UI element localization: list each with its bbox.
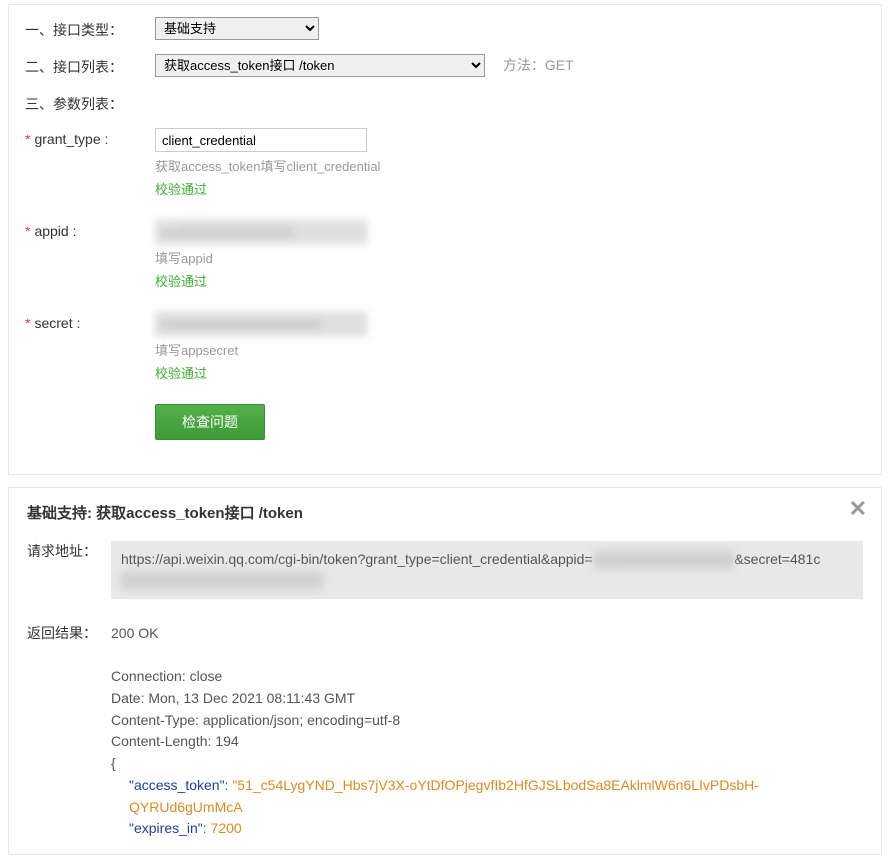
result-title: 基础支持: 获取access_token接口 /token	[27, 502, 863, 523]
grant-type-hint: 获取access_token填写client_credential	[155, 156, 865, 175]
header-connection: Connection: close	[111, 666, 863, 688]
json-val-expires-in: 7200	[211, 820, 242, 836]
header-content-type: Content-Type: application/json; encoding…	[111, 710, 863, 732]
api-form-panel: 一、接口类型： 基础支持 二、接口列表： 获取access_token接口 /t…	[8, 4, 882, 475]
param-secret-label: secret :	[34, 315, 80, 331]
method-label: 方法：GET	[503, 57, 574, 73]
request-url-row: 请求地址： https://api.weixin.qq.com/cgi-bin/…	[27, 541, 863, 599]
json-open-brace: {	[111, 753, 863, 775]
json-key-access-token: "access_token"	[129, 777, 225, 793]
param-list-header-row: 三、参数列表：	[25, 91, 865, 114]
appid-input[interactable]	[155, 220, 367, 244]
request-url-label: 请求地址：	[27, 541, 111, 561]
json-key-expires-in: "expires_in"	[129, 820, 203, 836]
param-grant-type-row: *grant_type : 获取access_token填写client_cre…	[25, 128, 865, 198]
request-url-box[interactable]: https://api.weixin.qq.com/cgi-bin/token?…	[111, 541, 863, 599]
interface-list-label: 二、接口列表：	[25, 54, 155, 77]
submit-row: 检查问题	[25, 404, 865, 440]
header-content-length: Content-Length: 194	[111, 731, 863, 753]
param-secret-row: *secret : 填写appsecret 校验通过	[25, 312, 865, 382]
header-date: Date: Mon, 13 Dec 2021 08:11:43 GMT	[111, 688, 863, 710]
interface-type-label: 一、接口类型：	[25, 17, 155, 40]
grant-type-input[interactable]	[155, 128, 367, 152]
required-star-icon: *	[25, 223, 30, 239]
result-panel: ✕ 基础支持: 获取access_token接口 /token 请求地址： ht…	[8, 487, 882, 855]
response-label: 返回结果：	[27, 623, 111, 643]
param-grant-type-label: grant_type :	[34, 131, 108, 147]
close-icon[interactable]: ✕	[849, 498, 867, 520]
response-row: 返回结果： 200 OK Connection: close Date: Mon…	[27, 623, 863, 840]
interface-type-row: 一、接口类型： 基础支持	[25, 17, 865, 40]
request-url-prefix: https://api.weixin.qq.com/cgi-bin/token?…	[121, 551, 593, 567]
submit-button[interactable]: 检查问题	[155, 404, 265, 440]
secret-validate: 校验通过	[155, 363, 865, 382]
request-url-mid: &secret=481c	[734, 551, 820, 567]
param-appid-row: *appid : 填写appid 校验通过	[25, 220, 865, 290]
appid-hint: 填写appid	[155, 248, 865, 267]
request-url-secret-blur: 00000000000000000000000000	[121, 570, 323, 591]
param-appid-label: appid :	[34, 223, 76, 239]
param-list-label: 三、参数列表：	[25, 91, 155, 114]
interface-list-row: 二、接口列表： 获取access_token接口 /token 方法：GET	[25, 54, 865, 77]
request-url-appid-blur: wx0000000000000000	[593, 549, 735, 570]
status-line: 200 OK	[111, 623, 863, 645]
required-star-icon: *	[25, 131, 30, 147]
appid-validate: 校验通过	[155, 271, 865, 290]
interface-type-select[interactable]: 基础支持	[155, 17, 319, 40]
interface-list-select[interactable]: 获取access_token接口 /token	[155, 54, 485, 77]
required-star-icon: *	[25, 315, 30, 331]
json-line-expires-in: "expires_in": 7200	[111, 818, 863, 840]
secret-input[interactable]	[155, 312, 367, 336]
grant-type-validate: 校验通过	[155, 179, 865, 198]
response-body: 200 OK Connection: close Date: Mon, 13 D…	[111, 623, 863, 840]
json-line-access-token: "access_token": "51_c54LygYND_Hbs7jV3X-o…	[111, 775, 863, 818]
secret-hint: 填写appsecret	[155, 340, 865, 359]
